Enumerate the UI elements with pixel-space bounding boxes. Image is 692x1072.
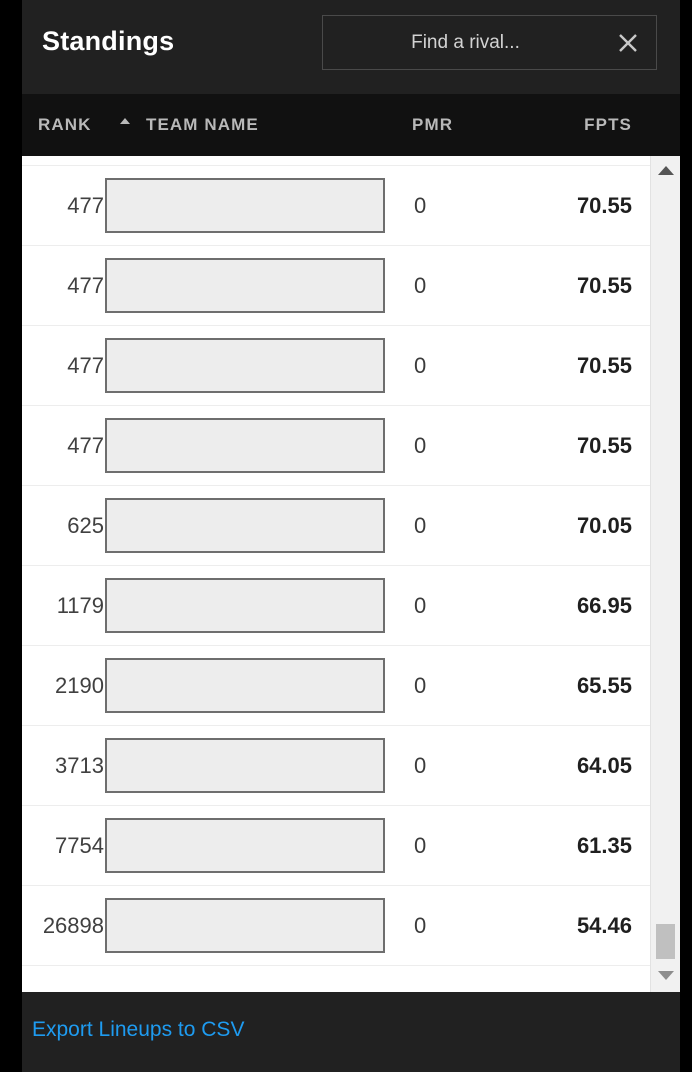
table-row[interactable]: 3713 0 64.05	[22, 726, 650, 806]
cell-pmr: 0	[414, 673, 427, 698]
column-header-fpts[interactable]: FPTS	[572, 115, 632, 135]
scrollbar-thumb[interactable]	[656, 924, 675, 959]
table-row-partial	[22, 156, 650, 166]
close-icon[interactable]	[614, 29, 642, 57]
cell-rank: 26898	[42, 913, 104, 938]
cell-rank: 477	[67, 353, 104, 378]
standings-panel: Standings RANK TEAM NAME PMR FPTS	[22, 0, 680, 1072]
rival-search-box[interactable]	[322, 15, 657, 70]
cell-rank: 477	[67, 273, 104, 298]
cell-fpts: 61.35	[576, 833, 632, 858]
table-row[interactable]: 2190 0 65.55	[22, 646, 650, 726]
cell-rank: 7754	[55, 833, 104, 858]
cell-fpts: 70.05	[576, 513, 632, 538]
cell-pmr: 0	[414, 913, 427, 938]
table-row[interactable]: 625 0 70.05	[22, 486, 650, 566]
column-header-pmr[interactable]: PMR	[412, 115, 453, 135]
cell-team-name[interactable]	[105, 738, 385, 793]
cell-team-name[interactable]	[105, 658, 385, 713]
cell-fpts: 70.55	[576, 273, 632, 298]
table-row[interactable]: 477 0 70.55	[22, 406, 650, 486]
cell-pmr: 0	[414, 753, 427, 778]
cell-fpts: 70.55	[576, 433, 632, 458]
cell-fpts: 65.55	[576, 673, 632, 698]
cell-pmr: 0	[414, 833, 427, 858]
standings-widget: Standings RANK TEAM NAME PMR FPTS	[0, 0, 692, 1072]
cell-fpts: 70.55	[576, 193, 632, 218]
table-row[interactable]: 477 0 70.55	[22, 166, 650, 246]
table-column-header: RANK TEAM NAME PMR FPTS	[22, 94, 680, 156]
cell-rank: 2190	[55, 673, 104, 698]
standings-scrollbar[interactable]	[650, 156, 680, 992]
scroll-up-arrow-icon[interactable]	[658, 166, 674, 175]
page-title: Standings	[42, 26, 175, 56]
cell-pmr: 0	[414, 193, 427, 218]
cell-rank: 625	[67, 513, 104, 538]
cell-pmr: 0	[414, 433, 427, 458]
cell-team-name[interactable]	[105, 498, 385, 553]
scroll-down-arrow-icon[interactable]	[658, 971, 674, 980]
sort-ascending-icon	[120, 118, 130, 124]
cell-rank: 477	[67, 193, 104, 218]
export-lineups-csv-link[interactable]: Export Lineups to CSV	[32, 1018, 244, 1042]
cell-fpts: 70.55	[576, 353, 632, 378]
cell-team-name[interactable]	[105, 418, 385, 473]
cell-fpts: 54.46	[576, 913, 632, 938]
standings-list: 477 0 70.55 477 0 70.55 477 0 70.55 477 0 70.55 625 0…	[22, 156, 680, 992]
standings-rows: 477 0 70.55 477 0 70.55 477 0 70.55 477 0 70.55 625 0…	[22, 156, 650, 992]
table-row[interactable]: 477 0 70.55	[22, 246, 650, 326]
cell-pmr: 0	[414, 593, 427, 618]
panel-footer: Export Lineups to CSV	[22, 992, 680, 1072]
cell-rank: 477	[67, 433, 104, 458]
cell-team-name[interactable]	[105, 338, 385, 393]
cell-pmr: 0	[414, 513, 427, 538]
cell-pmr: 0	[414, 273, 427, 298]
cell-team-name[interactable]	[105, 898, 385, 953]
cell-team-name[interactable]	[105, 258, 385, 313]
column-header-rank[interactable]: RANK	[38, 115, 92, 135]
table-row[interactable]: 1179 0 66.95	[22, 566, 650, 646]
search-input[interactable]	[323, 16, 608, 69]
cell-team-name[interactable]	[105, 178, 385, 233]
cell-rank: 1179	[56, 593, 104, 618]
panel-titlebar: Standings	[22, 0, 680, 94]
cell-rank: 3713	[55, 753, 104, 778]
cell-fpts: 66.95	[576, 593, 632, 618]
table-row[interactable]: 477 0 70.55	[22, 326, 650, 406]
table-row[interactable]: 26898 0 54.46	[22, 886, 650, 966]
cell-team-name[interactable]	[105, 818, 385, 873]
cell-team-name[interactable]	[105, 578, 385, 633]
cell-pmr: 0	[414, 353, 427, 378]
column-header-team-name[interactable]: TEAM NAME	[146, 115, 259, 135]
table-row[interactable]: 7754 0 61.35	[22, 806, 650, 886]
cell-fpts: 64.05	[576, 753, 632, 778]
